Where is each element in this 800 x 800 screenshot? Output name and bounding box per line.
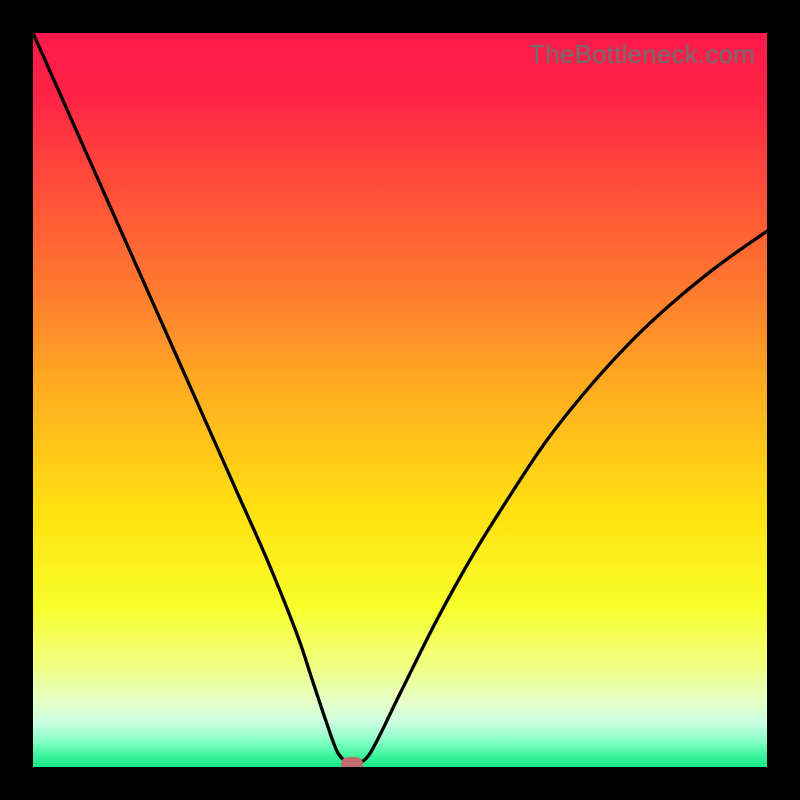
outer-frame: TheBottleneck.com: [0, 0, 800, 800]
plot-area: TheBottleneck.com: [33, 33, 767, 767]
min-marker: [341, 757, 363, 767]
bottleneck-curve: [33, 33, 767, 767]
